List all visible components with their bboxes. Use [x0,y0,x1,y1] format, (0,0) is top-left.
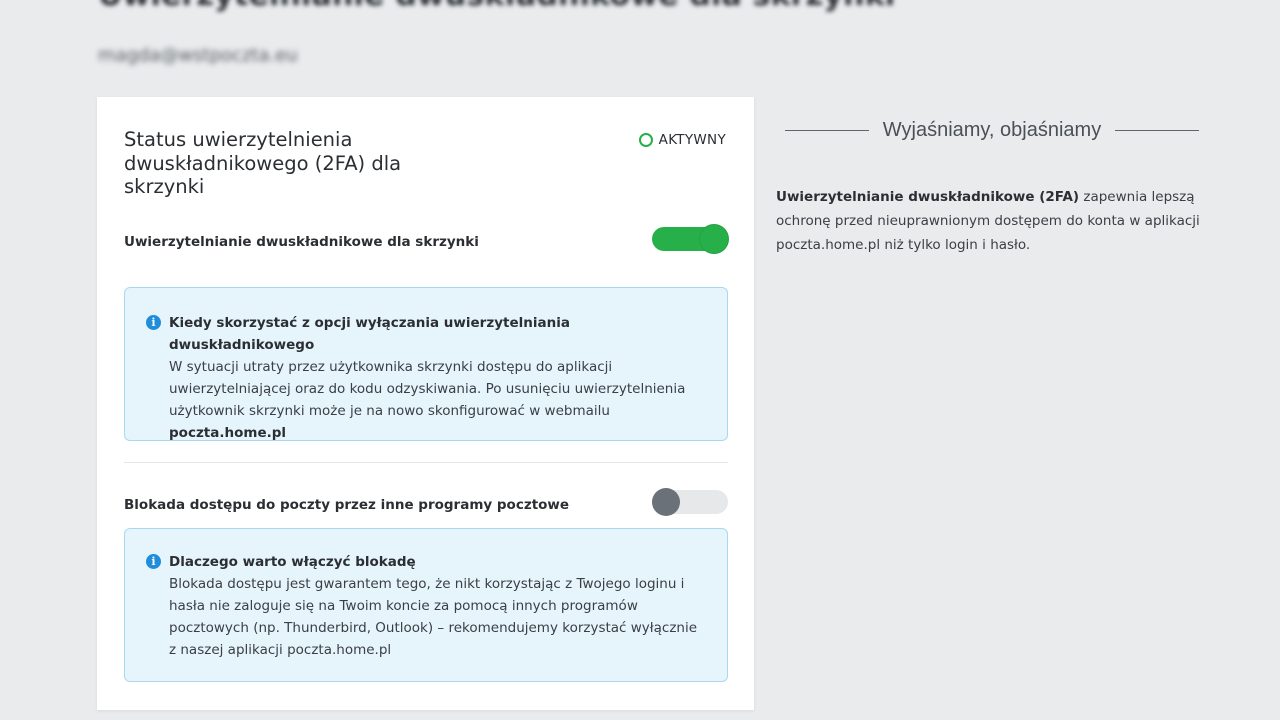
explanation-heading: Wyjaśniamy, objaśniamy [785,119,1200,142]
page-title: Uwierzytelnianie dwuskładnikowe dla skrz… [98,0,895,13]
block-access-info-box: i Dlaczego warto włączyć blokadę Blokada… [124,528,728,682]
info-link-text: poczta.home.pl [169,425,287,441]
status-badge: AKTYWNY [638,132,726,148]
status-label: AKTYWNY [658,132,726,148]
settings-card: Status uwierzytelnienia dwuskładnikowego… [97,97,754,710]
status-title: Status uwierzytelnienia dwuskładnikowego… [124,128,402,198]
explanation-paragraph: Uwierzytelnianie dwuskładnikowe (2FA) za… [776,185,1206,257]
info-title: Dlaczego warto włączyć blokadę [169,554,416,570]
account-email: magda@wstpoczta.eu [98,45,298,66]
two-factor-info-box: i Kiedy skorzystać z opcji wyłączania uw… [124,287,728,441]
info-body: W sytuacji utraty przez użytkownika skrz… [169,356,707,444]
explanation-bold-text: Uwierzytelnianie dwuskładnikowe (2FA) [776,189,1080,205]
info-icon: i [146,315,161,330]
info-title: Kiedy skorzystać z opcji wyłączania uwie… [169,315,570,353]
toggle-knob [652,488,680,516]
heading-rule-right [1115,130,1200,131]
section-divider [124,462,728,463]
explanation-heading-text: Wyjaśniamy, objaśniamy [882,119,1102,141]
toggle-knob [700,225,728,253]
info-icon: i [146,554,161,569]
heading-rule-left [785,130,869,131]
two-factor-toggle[interactable] [652,225,728,253]
block-access-label: Blokada dostępu do poczty przez inne pro… [124,497,570,513]
two-factor-label: Uwierzytelnianie dwuskładnikowe dla skrz… [124,234,479,250]
info-body: Blokada dostępu jest gwarantem tego, że … [169,576,698,658]
block-access-toggle[interactable] [652,488,728,516]
info-body-text: W sytuacji utraty przez użytkownika skrz… [169,359,686,419]
status-dot-icon [638,133,653,147]
